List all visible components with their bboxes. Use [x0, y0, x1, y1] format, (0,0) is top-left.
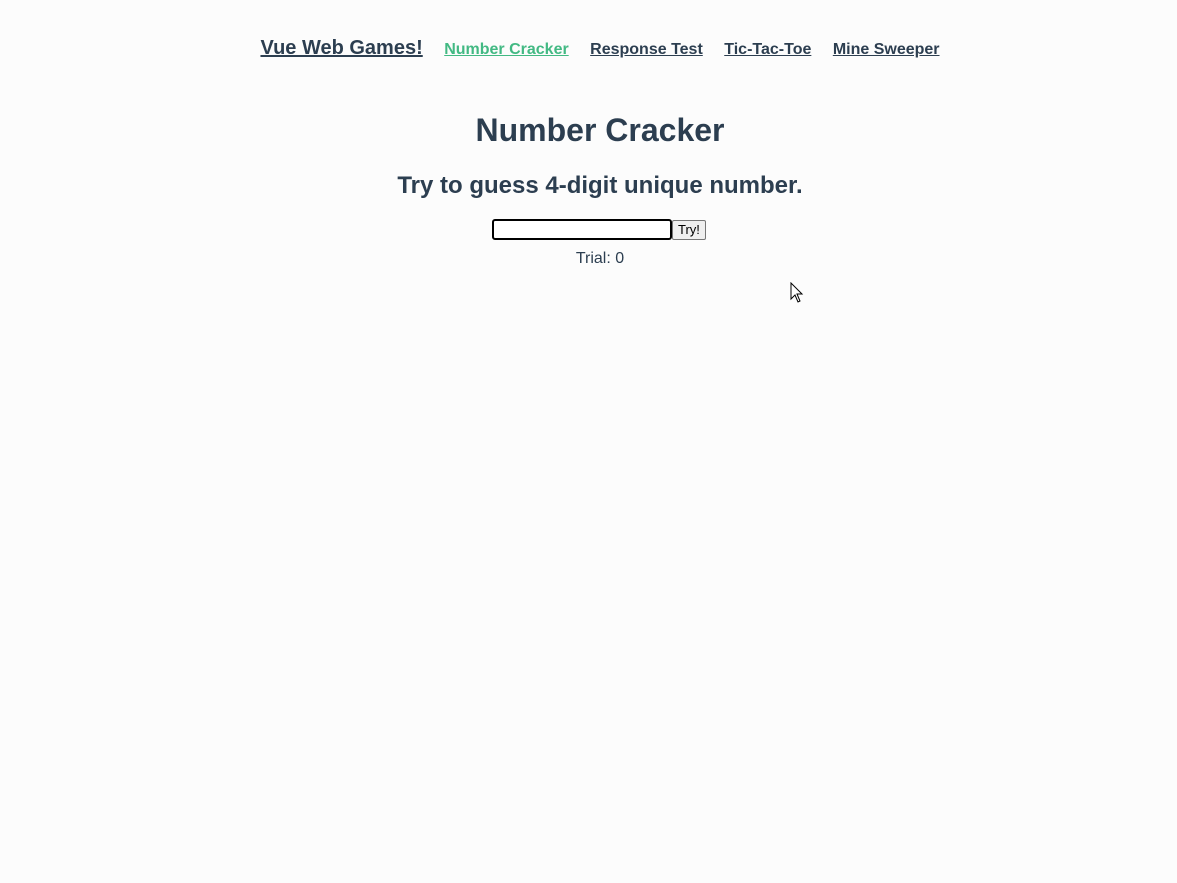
trial-counter: Trial: 0 — [0, 249, 1177, 268]
game-instructions: Try to guess 4-digit unique number. — [397, 172, 803, 199]
nav-link-mine-sweeper[interactable]: Mine Sweeper — [833, 41, 940, 58]
nav-link-tic-tac-toe[interactable]: Tic-Tac-Toe — [724, 41, 811, 58]
nav-link-response-test[interactable]: Response Test — [590, 41, 703, 58]
try-button[interactable]: Try! — [672, 219, 706, 240]
nav-link-number-cracker[interactable]: Number Cracker — [444, 41, 569, 58]
trial-count: 0 — [615, 250, 625, 267]
guess-form: Try! — [492, 219, 706, 240]
page-title: Number Cracker — [475, 112, 725, 148]
page: Vue Web Games! Number Cracker Response T… — [0, 0, 1177, 883]
mouse-pointer-icon — [790, 282, 804, 303]
top-nav: Vue Web Games! Number Cracker Response T… — [0, 37, 1177, 60]
guess-input[interactable] — [492, 219, 672, 240]
trial-label: Trial: — [575, 250, 611, 267]
brand-link[interactable]: Vue Web Games! — [260, 37, 422, 59]
